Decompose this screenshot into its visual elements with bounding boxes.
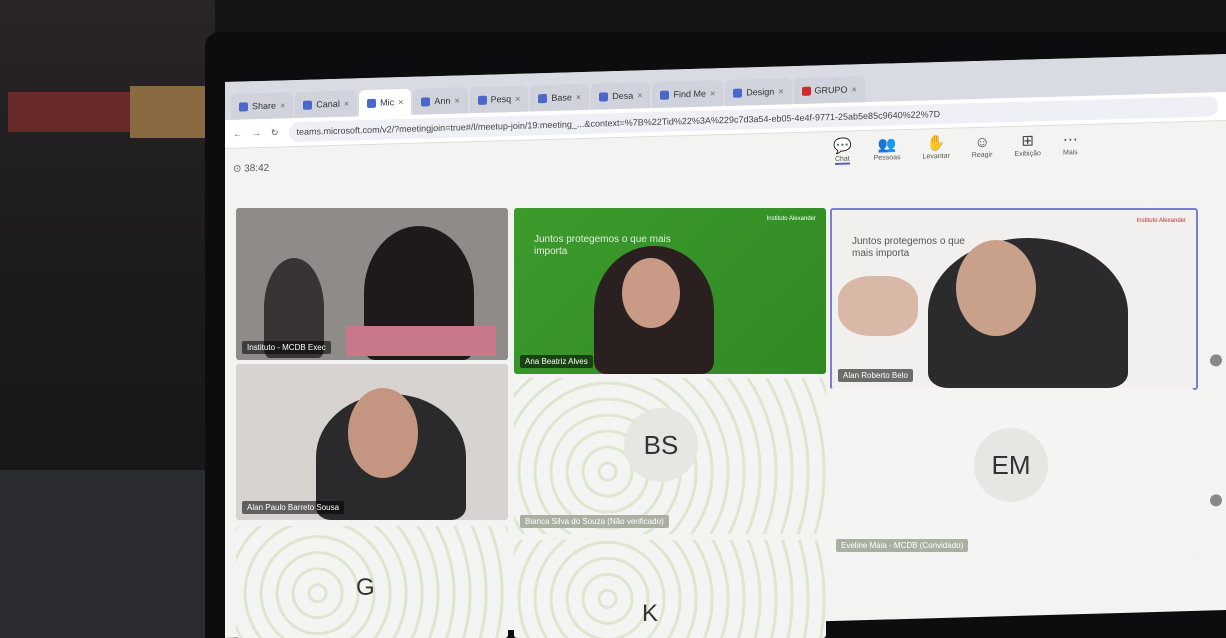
react-label: Reagir — [971, 151, 993, 160]
tab-close-icon[interactable]: × — [398, 97, 403, 107]
chat-button[interactable]: 💬 Chat — [833, 137, 852, 165]
browser-tab[interactable]: GRUPO × — [793, 76, 865, 105]
browser-tab[interactable]: Canal × — [295, 90, 358, 119]
tab-label: Canal — [316, 98, 340, 110]
video-tile[interactable]: Instituto - MCDB Exec — [236, 208, 508, 360]
video-tile[interactable]: K — [514, 540, 826, 638]
room-box — [130, 86, 210, 138]
browser-tab[interactable]: Desa × — [591, 82, 651, 110]
tab-favicon-icon — [599, 91, 609, 102]
participant-face — [956, 240, 1036, 336]
video-tile[interactable]: EM Eveline Maia - MCDB (Convidado) — [830, 388, 1194, 558]
react-icon: ☺ — [974, 133, 990, 152]
tab-close-icon[interactable]: × — [576, 92, 581, 102]
meeting-timer: ⊙ 38:42 — [233, 162, 270, 175]
tab-close-icon[interactable]: × — [454, 95, 459, 105]
tab-favicon-icon — [421, 96, 431, 107]
people-icon: 👥 — [877, 136, 897, 154]
participant-name: Eveline Maia - MCDB (Convidado) — [836, 539, 969, 552]
react-button[interactable]: ☺ Reagir — [971, 133, 993, 162]
back-icon[interactable]: ← — [233, 129, 242, 139]
participant-face — [622, 258, 680, 328]
side-indicator-icon — [1210, 494, 1222, 507]
raised-hand — [838, 276, 918, 336]
tab-favicon-icon — [801, 86, 811, 96]
tab-close-icon[interactable]: × — [280, 100, 285, 110]
participant-name: Ana Beatriz Alves — [520, 355, 593, 368]
tab-label: Mic — [380, 97, 395, 108]
tab-favicon-icon — [660, 90, 670, 100]
raise-hand-label: Levantar — [922, 152, 950, 161]
browser-tab-active[interactable]: Mic × — [359, 88, 412, 117]
browser-tab[interactable]: Find Me × — [652, 80, 724, 109]
side-indicator-icon — [1210, 354, 1222, 367]
brand-logo: Instituto Alexander — [766, 216, 816, 222]
video-tile[interactable]: G — [236, 526, 508, 638]
tab-favicon-icon — [303, 100, 313, 110]
room-shelf — [8, 92, 130, 132]
tab-close-icon[interactable]: × — [710, 88, 715, 98]
tab-label: Share — [252, 100, 277, 112]
video-tile[interactable]: Alan Paulo Barreto Sousa — [236, 364, 508, 520]
browser-tab[interactable]: Base × — [530, 83, 590, 112]
participant-name: Bianca Silva do Souza (Não verificado) — [520, 515, 669, 528]
reload-icon[interactable]: ↻ — [271, 127, 279, 138]
tab-label: Design — [746, 86, 775, 98]
tab-close-icon[interactable]: × — [637, 90, 642, 100]
view-label: Exibição — [1014, 150, 1041, 158]
participant-name: Alan Roberto Belo — [838, 369, 913, 382]
view-icon: ⊞ — [1021, 132, 1034, 150]
more-button[interactable]: ⋯ Mais — [1062, 131, 1078, 158]
participant-face — [348, 388, 418, 478]
tab-label: Pesq — [490, 94, 512, 105]
browser-tab[interactable]: Design × — [725, 78, 792, 107]
meeting-timer-text: 38:42 — [244, 162, 270, 174]
chat-icon: 💬 — [833, 137, 852, 156]
tab-label: Desa — [612, 90, 634, 102]
tab-label: Find Me — [673, 88, 706, 100]
tab-favicon-icon — [367, 98, 377, 108]
raise-hand-button[interactable]: ✋ Levantar — [922, 134, 950, 163]
tab-favicon-icon — [538, 93, 548, 103]
participant-avatar: K — [642, 600, 659, 627]
people-button[interactable]: 👥 Pessoas — [873, 136, 901, 164]
browser-tab[interactable]: Ann × — [413, 87, 468, 115]
video-tile[interactable]: BS Bianca Silva do Souza (Não verificado… — [514, 378, 826, 534]
view-button[interactable]: ⊞ Exibição — [1014, 132, 1041, 160]
meeting-toolbar: 💬 Chat 👥 Pessoas ✋ Levantar ☺ Reagir ⊞ Exibiç… — [833, 131, 1078, 165]
tab-favicon-icon — [477, 95, 487, 105]
tab-favicon-icon — [733, 88, 743, 98]
tab-label: Ann — [434, 95, 451, 107]
participant-avatar: G — [356, 574, 375, 601]
more-label: Mais — [1063, 149, 1078, 157]
participant-name: Alan Paulo Barreto Sousa — [242, 501, 345, 514]
participant-avatar: EM — [974, 428, 1048, 502]
people-label: Pessoas — [873, 154, 901, 162]
brand-logo: Instituto Alexander — [1136, 218, 1186, 224]
browser-tab[interactable]: Share × — [231, 92, 294, 120]
browser-tab[interactable]: Pesq × — [469, 85, 529, 114]
forward-icon[interactable]: → — [252, 128, 261, 138]
participant-name: Instituto - MCDB Exec — [242, 341, 331, 354]
participant-avatar: BS — [624, 408, 698, 482]
video-tile-speaking[interactable]: Juntos protegemos o que mais importa Ins… — [830, 208, 1198, 390]
tab-close-icon[interactable]: × — [778, 86, 783, 96]
room-desk — [0, 470, 215, 638]
video-grid: Instituto - MCDB Exec Juntos protegemos … — [236, 208, 1206, 638]
raise-hand-icon: ✋ — [926, 134, 946, 153]
chat-label: Chat — [834, 155, 850, 165]
tab-close-icon[interactable]: × — [344, 99, 349, 109]
video-tile[interactable]: Juntos protegemos o que mais importa Ins… — [514, 208, 826, 374]
more-icon: ⋯ — [1062, 131, 1078, 149]
tab-favicon-icon — [239, 101, 248, 112]
tab-close-icon[interactable]: × — [515, 94, 520, 104]
tab-label: GRUPO — [814, 84, 848, 96]
tab-close-icon[interactable]: × — [852, 84, 857, 94]
pink-object — [346, 326, 496, 356]
tab-label: Base — [551, 92, 572, 103]
